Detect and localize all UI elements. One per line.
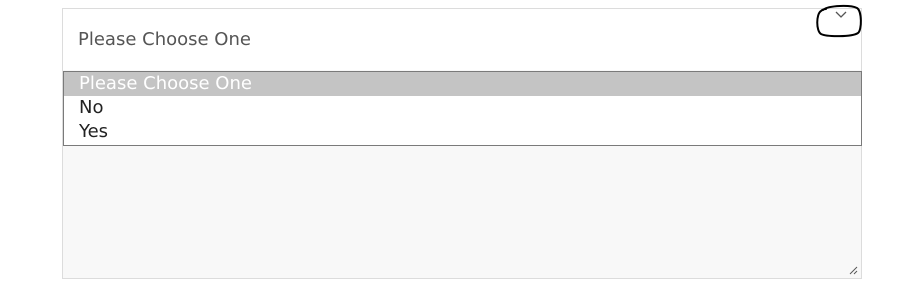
chevron-down-icon[interactable]: [831, 9, 851, 23]
choice-select[interactable]: Please Choose One: [62, 8, 862, 70]
form-page: Please Choose One Please Choose One No Y…: [0, 0, 913, 305]
option-yes[interactable]: Yes: [64, 120, 861, 144]
option-no[interactable]: No: [64, 96, 861, 120]
select-dropdown-list: Please Choose One No Yes: [63, 71, 862, 146]
select-current-value: Please Choose One: [78, 29, 251, 50]
option-please-choose-one[interactable]: Please Choose One: [64, 72, 861, 96]
resize-handle-icon[interactable]: [848, 265, 858, 275]
